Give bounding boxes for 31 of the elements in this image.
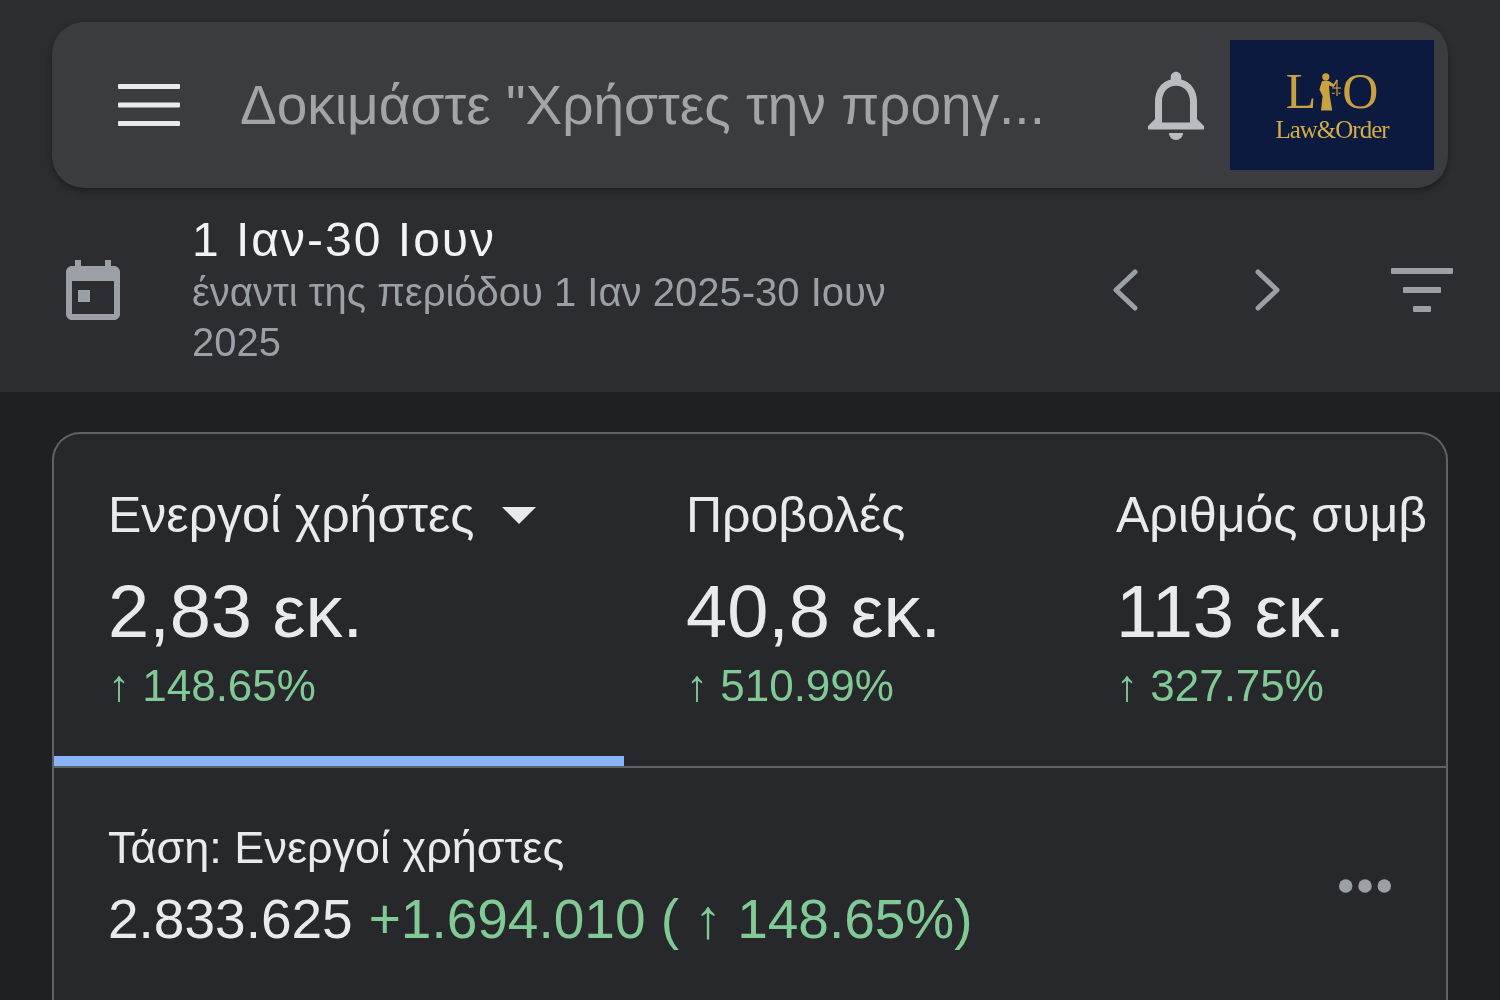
calendar-icon bbox=[66, 260, 120, 320]
metric-label: Ενεργοί χρήστες bbox=[108, 486, 475, 544]
trend-delta: +1.694.010 ( ↑ 148.65%) bbox=[368, 888, 973, 950]
search-bar[interactable]: Δοκιμάστε "Χρήστες την προηγ... L O Law&Order bbox=[52, 22, 1448, 188]
bell-icon[interactable] bbox=[1148, 70, 1204, 140]
trend-total: 2.833.625 bbox=[108, 888, 353, 950]
caret-icon[interactable] bbox=[502, 506, 537, 524]
metric-change: ↑ 510.99% bbox=[686, 660, 895, 712]
chevron-left-icon[interactable] bbox=[1110, 269, 1140, 311]
metric-value: 2,83 εκ. bbox=[108, 570, 365, 654]
logo-wordmark: Law&Order bbox=[1275, 116, 1389, 144]
menu-icon[interactable] bbox=[118, 84, 180, 126]
logo[interactable]: L O Law&Order bbox=[1230, 40, 1434, 170]
metric-label: Προβολές bbox=[686, 486, 906, 544]
logo-letter: O bbox=[1342, 66, 1379, 116]
chevron-right-icon[interactable] bbox=[1253, 269, 1283, 311]
metric-value: 113 εκ. bbox=[1116, 570, 1347, 654]
metric-change: ↑ 327.75% bbox=[1116, 660, 1325, 712]
metric-value: 40,8 εκ. bbox=[686, 570, 943, 654]
filter-icon[interactable] bbox=[1391, 268, 1453, 312]
date-range-title: 1 Ιαν-30 Ιουν bbox=[192, 213, 498, 267]
metric-change: ↑ 148.65% bbox=[108, 660, 317, 712]
metric-tab[interactable]: Ενεργοί χρήστες 2,83 εκ. ↑ 148.65% bbox=[54, 434, 624, 766]
more-icon[interactable] bbox=[1338, 878, 1392, 894]
logo-letter: L bbox=[1285, 66, 1317, 116]
metric-tab[interactable]: Αριθμός συμβ 113 εκ. ↑ 327.75% bbox=[1062, 434, 1446, 766]
search-field[interactable]: Δοκιμάστε "Χρήστες την προηγ... bbox=[240, 68, 1128, 142]
metric-label: Αριθμός συμβ bbox=[1116, 486, 1428, 544]
metric-tab[interactable]: Προβολές 40,8 εκ. ↑ 510.99% bbox=[624, 434, 1062, 766]
comparison-period: έναντι της περιόδου 1 Ιαν 2025-30 Ιουν 2025 bbox=[192, 269, 887, 366]
trend-title: Τάση: Ενεργοί χρήστες bbox=[108, 822, 566, 874]
